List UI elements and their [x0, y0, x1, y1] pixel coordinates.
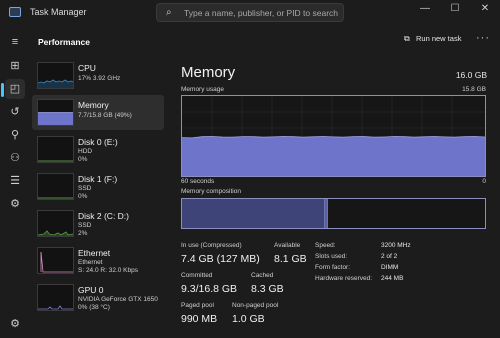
close-button[interactable]: ✕ [470, 0, 500, 18]
services-icon[interactable]: ⚙ [5, 194, 25, 214]
ethernet-throughput: S: 24.0 R: 32.0 Kbps [78, 267, 138, 274]
time-axis-left: 60 seconds [181, 178, 215, 185]
disk-1-thumbnail [37, 173, 74, 200]
sidebar-item-memory[interactable]: Memory 7.7/15.8 GB (49%) [32, 95, 164, 130]
committed-value: 9.3/16.8 GB [181, 283, 238, 295]
available-label: Available [274, 242, 301, 249]
disk-0-label: Disk 0 (E:) [78, 137, 118, 147]
gpu-0-thumbnail [37, 284, 74, 311]
cached-value: 8.3 GB [251, 283, 284, 295]
cpu-usage: 17% 3.92 GHz [78, 75, 121, 82]
page-title: Performance [38, 37, 90, 47]
disk-1-type: SSD [78, 185, 92, 192]
disk-2-usage: 2% [78, 230, 88, 237]
active-indicator [1, 83, 4, 97]
in-use-value: 7.4 GB (127 MB) [181, 253, 260, 265]
sidebar-item-gpu-0[interactable]: GPU 0 NVIDIA GeForce GTX 1650 0% (38 °C) [32, 280, 164, 315]
spec-speed-value: 3200 MHz [381, 242, 411, 249]
gpu-0-model: NVIDIA GeForce GTX 1650 [78, 296, 158, 303]
users-icon[interactable]: ⚇ [5, 148, 25, 168]
details-icon[interactable]: ☰ [5, 171, 25, 191]
spec-slots-value: 2 of 2 [381, 253, 398, 260]
minimize-button[interactable]: — [410, 0, 440, 18]
spec-form-factor-key: Form factor: [315, 264, 351, 271]
navigation-rail: ≡ ⊞ ◰ ↺ ⚲ ⚇ ☰ ⚙ ⚙ [0, 26, 30, 338]
memory-usage-area [182, 136, 485, 176]
disk-2-thumbnail [37, 210, 74, 237]
memory-usage-chart [181, 96, 486, 176]
startup-apps-icon[interactable]: ⚲ [5, 125, 25, 145]
memory-composition-label: Memory composition [181, 188, 241, 195]
title-bar: Task Manager ⌕ — ☐ ✕ [0, 0, 500, 26]
disk-1-label: Disk 1 (F:) [78, 174, 118, 184]
search-icon: ⌕ [166, 7, 172, 18]
search-input[interactable] [184, 7, 339, 19]
search-box[interactable]: ⌕ [156, 3, 344, 22]
cached-label: Cached [251, 272, 274, 279]
hamburger-icon[interactable]: ≡ [5, 32, 25, 52]
available-value: 8.1 GB [274, 253, 307, 265]
run-new-task-label: Run new task [416, 34, 462, 43]
memory-panel: Memory 16.0 GB Memory usage 15.8 GB 60 s… [170, 58, 500, 338]
sidebar-item-disk-0[interactable]: Disk 0 (E:) HDD 0% [32, 132, 164, 167]
run-new-task-button[interactable]: ⧉ Run new task [404, 34, 461, 48]
maximize-button[interactable]: ☐ [440, 0, 470, 18]
spec-hw-reserved-key: Hardware reserved: [315, 275, 373, 282]
spec-hw-reserved-value: 244 MB [381, 275, 404, 282]
in-use-label: In use (Compressed) [181, 242, 242, 249]
memory-usage-label: Memory usage [181, 86, 224, 93]
sidebar-item-cpu[interactable]: CPU 17% 3.92 GHz [32, 58, 164, 93]
disk-1-usage: 0% [78, 193, 88, 200]
composition-in-use [182, 199, 325, 228]
memory-label: Memory [78, 100, 109, 110]
paged-pool-label: Paged pool [181, 302, 214, 309]
ethernet-label: Ethernet [78, 248, 111, 258]
cpu-thumbnail [37, 62, 74, 89]
memory-composition-graph [181, 198, 486, 229]
more-options-button[interactable]: ··· [476, 32, 490, 44]
cpu-label: CPU [78, 63, 96, 73]
memory-usage: 7.7/15.8 GB (49%) [78, 112, 132, 119]
memory-composition-chart [182, 199, 328, 228]
disk-2-type: SSD [78, 222, 92, 229]
paged-pool-value: 990 MB [181, 313, 218, 325]
memory-usage-max: 15.8 GB [462, 86, 486, 93]
disk-0-usage: 0% [78, 156, 88, 163]
run-task-icon: ⧉ [404, 34, 410, 43]
memory-thumbnail [37, 99, 74, 126]
performance-icon[interactable]: ◰ [5, 79, 25, 99]
disk-0-thumbnail [37, 136, 74, 163]
performance-sidebar: CPU 17% 3.92 GHz Memory 7.7/15.8 GB (49%… [30, 58, 166, 338]
sidebar-item-disk-2[interactable]: Disk 2 (C: D:) SSD 2% [32, 206, 164, 241]
processes-icon[interactable]: ⊞ [5, 56, 25, 76]
time-axis-right: 0 [482, 178, 486, 185]
memory-usage-graph [181, 95, 486, 177]
non-paged-pool-label: Non-paged pool [232, 302, 279, 309]
gpu-0-label: GPU 0 [78, 285, 104, 295]
disk-2-label: Disk 2 (C: D:) [78, 211, 129, 221]
non-paged-pool-value: 1.0 GB [232, 313, 265, 325]
spec-slots-key: Slots used: [315, 253, 348, 260]
memory-title: Memory [181, 64, 236, 81]
sidebar-item-disk-1[interactable]: Disk 1 (F:) SSD 0% [32, 169, 164, 204]
app-history-icon[interactable]: ↺ [5, 102, 25, 122]
memory-total: 16.0 GB [455, 70, 487, 80]
disk-0-type: HDD [78, 148, 93, 155]
committed-label: Committed [181, 272, 213, 279]
page-header: Performance ⧉ Run new task ··· [30, 26, 500, 56]
sidebar-item-ethernet[interactable]: Ethernet Ethernet S: 24.0 R: 32.0 Kbps [32, 243, 164, 278]
spec-form-factor-value: DIMM [381, 264, 399, 271]
ethernet-thumbnail [37, 247, 74, 274]
task-manager-icon [9, 7, 21, 17]
app-title: Task Manager [30, 7, 87, 17]
settings-icon[interactable]: ⚙ [5, 314, 25, 334]
gpu-0-usage: 0% (38 °C) [78, 304, 110, 311]
spec-speed-key: Speed: [315, 242, 336, 249]
composition-modified [324, 199, 328, 228]
ethernet-adapter: Ethernet [78, 259, 103, 266]
